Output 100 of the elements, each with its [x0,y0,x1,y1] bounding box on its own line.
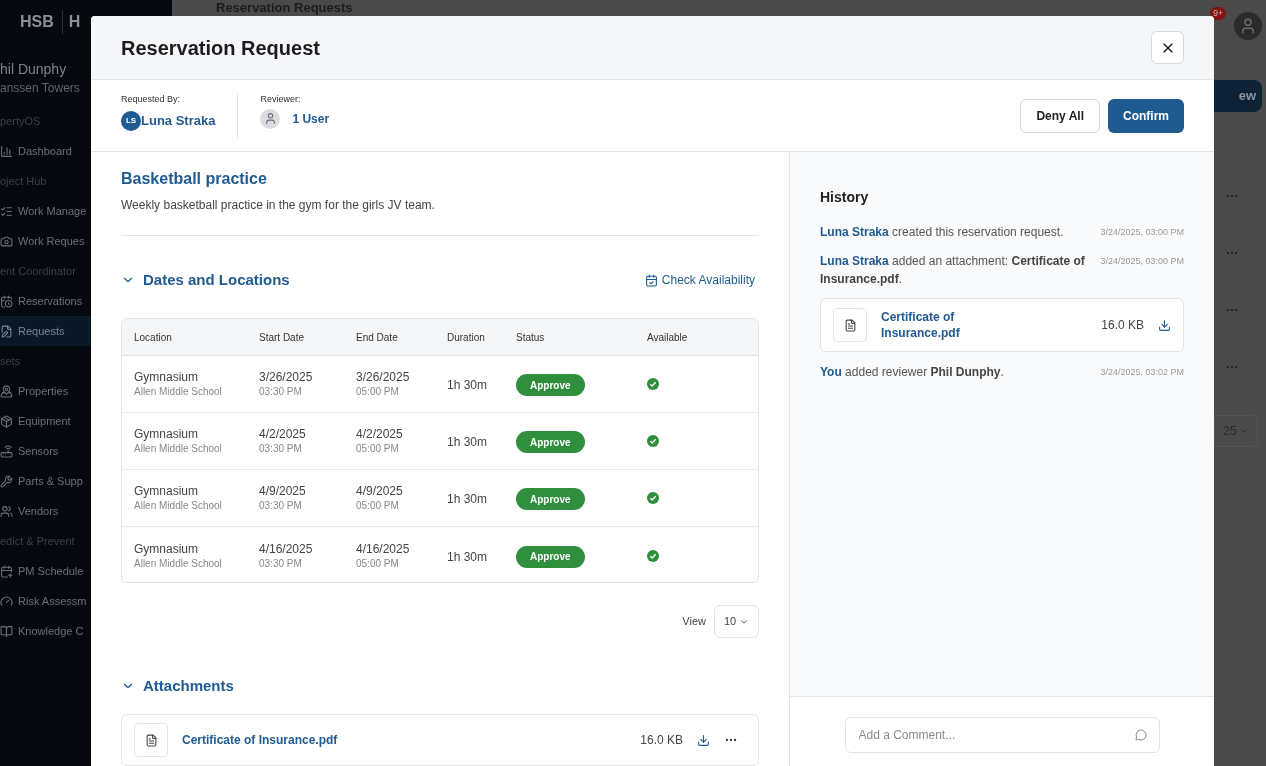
page-size-select[interactable]: 10 [714,605,759,638]
column-header: Status [516,330,546,345]
sidebar-item[interactable]: Dashboard [0,136,91,166]
confirm-button[interactable]: Confirm [1108,98,1184,133]
history-title: History [820,188,870,206]
pdf-file-icon [134,723,168,757]
section-heading: oject Hub [0,173,47,189]
router-icon [0,444,13,458]
requester-name[interactable]: Luna Straka [141,110,216,131]
property-name: anssen Towers [0,80,81,96]
map-icon [0,384,13,398]
table-cell: 1h 30m [447,549,488,564]
table-cell-text: 4/2/2025 [259,427,307,442]
sidebar-item[interactable]: Reservations [0,286,91,316]
section-toggle[interactable]: Attachments [121,674,234,698]
table-cell-text: Gymnasium [134,427,199,442]
section-toggle[interactable]: Dates and Locations [121,268,290,292]
field-label: Reviewer: [260,93,302,105]
column-header: Location [134,330,173,345]
user-initials-avatar: LS [121,110,141,131]
table-cell-text: Gymnasium [134,541,199,557]
table-cell-text: 3/26/2025 [259,370,314,385]
attachment-link[interactable]: Certificate of Insurance.pdf [182,731,338,749]
comment-field[interactable]: Add a Comment... [844,717,1160,753]
sidebar-item[interactable]: Knowledge C [0,616,91,646]
person-icon [1239,17,1257,35]
table-cell-text: Gymnasium [134,370,199,385]
section-heading: pertyOS [0,113,41,129]
close-button[interactable] [1151,31,1184,64]
check-availability-link[interactable]: Check Availability [644,271,755,289]
table-cell-text: 03:30 PM [259,385,303,398]
wrench-icon [0,474,13,488]
section-heading: ent Coordinator [0,263,76,279]
request-description: Weekly basketball practice in the gym for the girls JV team. [121,197,436,213]
section-heading: edict & Prevent [0,533,75,549]
approve-button[interactable]: Approve [516,545,585,568]
people-icon [0,504,13,518]
sidebar-item[interactable]: Sensors [0,436,91,466]
brand-logo: H [61,10,81,34]
column-header: Available [647,330,689,345]
field-label: Requested By: [121,93,182,105]
calendar-check-icon [644,273,658,287]
history-entry: Luna Straka added an attachment: Certificate of Insurance.pdf. [820,253,1086,288]
sidebar-item[interactable]: Work Manage [0,196,91,226]
table-cell-text: 4/16/2025 [259,541,314,557]
table-cell-text: Allen Middle School [134,499,223,512]
sidebar-item[interactable]: Vendors [0,496,91,526]
sidebar-item[interactable]: Requests [0,316,91,346]
file-size: 16.0 KB [1101,317,1144,334]
timestamp: 3/24/2025, 03:02 PM [1100,366,1184,379]
history-entry: Luna Straka created this reservation request. [820,224,1065,241]
sidebar-item[interactable]: Properties [0,376,91,406]
sidebar-item[interactable]: Parts & Supp [0,466,91,496]
checklist-icon [0,204,13,218]
download-icon[interactable] [1158,318,1171,332]
attachment-link[interactable]: Certificate of Insurance.pdf [881,309,991,341]
pen-document-icon [0,324,13,338]
column-header: Start Date [259,330,306,345]
sidebar-item[interactable]: Equipment [0,406,91,436]
table-cell-text: Gymnasium [134,484,199,499]
column-header: Duration [447,330,486,345]
table-cell-text: Allen Middle School [134,385,223,398]
history-entry: You added reviewer Phil Dunphy. [820,364,1005,381]
box-icon [0,414,13,428]
book-icon [0,624,13,638]
table-cell-text: 05:00 PM [356,442,400,455]
gauge-icon [0,594,13,608]
section-heading: sets [0,353,21,369]
sidebar-item[interactable]: PM Schedule [0,556,91,586]
table-cell-text: 05:00 PM [356,556,400,570]
modal-title: Reservation Request [121,35,320,61]
table-cell-text: Allen Middle School [134,556,223,570]
table-cell-text: 4/9/2025 [259,484,307,499]
sidebar-item[interactable]: Work Reques [0,226,91,256]
table-cell: 1h 30m [447,492,488,506]
bar-chart-icon [0,144,13,158]
reviewer-avatar [260,108,281,129]
pdf-file-icon [833,308,867,342]
reviewer-count[interactable]: 1 User [292,109,330,128]
table-cell: 1h 30m [447,378,488,392]
timestamp: 3/24/2025, 03:00 PM [1100,226,1184,239]
table-cell-text: Allen Middle School [134,442,223,455]
table-cell-text: 05:00 PM [356,385,400,398]
approve-button[interactable]: Approve [516,374,585,397]
table-cell-text: 4/16/2025 [356,541,411,557]
comment-icon [1134,729,1147,741]
deny-all-button[interactable]: Deny All [1020,98,1100,133]
table-cell-text: 05:00 PM [356,499,400,512]
column-header: End Date [356,330,399,345]
table-cell-text: 4/9/2025 [356,484,404,499]
request-title: Basketball practice [121,169,268,189]
table-cell-text: 3/26/2025 [356,370,411,385]
user-name: hil Dunphy [0,60,68,78]
camera-icon [0,234,13,248]
sidebar-item[interactable]: Risk Assessm [0,586,91,616]
approve-button[interactable]: Approve [516,488,585,511]
approve-button[interactable]: Approve [516,431,585,454]
calendar-plus-icon [0,564,13,578]
new-button[interactable]: ew [1214,80,1262,112]
download-icon[interactable] [697,733,710,747]
